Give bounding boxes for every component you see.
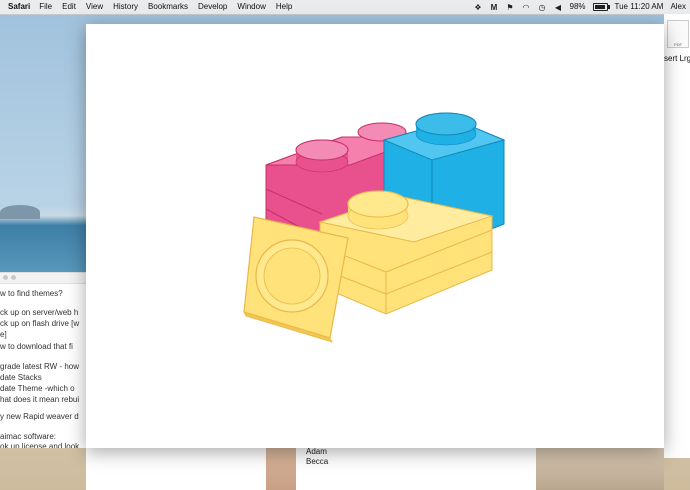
battery-level-fill xyxy=(594,5,606,9)
person-photo xyxy=(266,447,296,490)
notes-line: date Theme -which o xyxy=(0,384,75,393)
image-preview-window xyxy=(86,24,664,448)
notes-line: hat does it mean rebui xyxy=(0,395,80,404)
battery-icon[interactable] xyxy=(592,3,610,11)
volume-icon[interactable]: ◀ xyxy=(554,3,563,12)
island-silhouette xyxy=(0,205,40,219)
flag-icon[interactable]: ⚑ xyxy=(506,3,515,12)
notes-line: e] xyxy=(0,330,7,339)
notes-line: ck up on flash drive [w xyxy=(0,319,80,328)
menu-history[interactable]: History xyxy=(113,0,138,14)
notes-line: ok up license and look xyxy=(0,442,80,448)
notes-line: grade latest RW - how xyxy=(0,362,79,371)
clock[interactable]: Tue 11:20 AM xyxy=(615,0,664,14)
menu-app-name[interactable]: Safari xyxy=(8,0,30,14)
notes-line: ck up on server/web h xyxy=(0,308,79,317)
battery-percent[interactable]: 98% xyxy=(570,0,586,14)
menu-window[interactable]: Window xyxy=(237,0,265,14)
right-background-window: PDF sert Lrg xyxy=(664,14,690,458)
notes-line: y new Rapid weaver d xyxy=(0,412,79,421)
pdf-file-thumbnail[interactable]: PDF xyxy=(667,20,689,48)
person-name: Becca xyxy=(306,457,329,466)
notes-window: w to find themes? ck up on server/web h ck… xyxy=(0,272,86,448)
user-name[interactable]: Alex xyxy=(670,0,686,14)
menu-help[interactable]: Help xyxy=(276,0,292,14)
notes-line: aimac software: xyxy=(0,432,57,441)
notes-line: w to download that fi xyxy=(0,342,73,351)
wifi-icon[interactable]: ◠ xyxy=(522,3,531,12)
bottom-background-window: Adam Becca xyxy=(86,447,664,490)
menu-edit[interactable]: Edit xyxy=(62,0,76,14)
notes-line: date Stacks xyxy=(0,373,42,382)
person-name: Adam xyxy=(306,447,327,456)
yellow-tile xyxy=(243,216,349,343)
malwarebytes-icon[interactable]: M xyxy=(490,3,499,12)
menu-file[interactable]: File xyxy=(39,0,52,14)
right-window-text: sert Lrg xyxy=(664,54,690,63)
dropbox-icon[interactable]: ❖ xyxy=(474,3,483,12)
menu-view[interactable]: View xyxy=(86,0,103,14)
time-machine-icon[interactable]: ◷ xyxy=(538,3,547,12)
beach-photo xyxy=(536,447,664,490)
notes-titlebar xyxy=(0,273,86,284)
notes-line: w to find themes? xyxy=(0,289,63,298)
menu-develop[interactable]: Develop xyxy=(198,0,227,14)
building-blocks-illustration xyxy=(243,112,506,343)
menu-bar: Safari File Edit View History Bookmarks … xyxy=(0,0,690,15)
minimize-button[interactable] xyxy=(11,275,16,280)
pdf-label: PDF xyxy=(674,42,682,47)
close-button[interactable] xyxy=(3,275,8,280)
menu-bookmarks[interactable]: Bookmarks xyxy=(148,0,188,14)
